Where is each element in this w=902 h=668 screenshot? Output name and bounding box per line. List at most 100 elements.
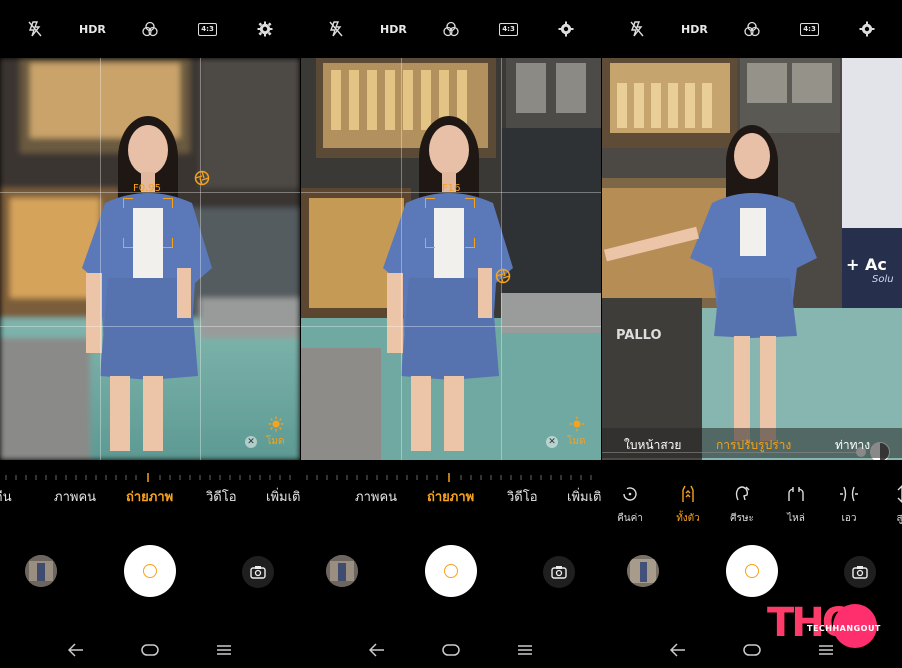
tool-waist[interactable]: เอว — [829, 484, 869, 526]
gallery-thumbnail[interactable] — [326, 555, 358, 587]
back-arrow-icon[interactable] — [68, 643, 84, 657]
back-arrow-icon[interactable] — [369, 643, 385, 657]
whole-body-icon — [682, 485, 694, 502]
close-lighting-icon[interactable]: ✕ — [245, 436, 257, 448]
head-icon — [735, 486, 750, 501]
tool-label: เอว — [841, 513, 857, 524]
tool-shoulder[interactable]: ไหล่ — [776, 484, 816, 526]
mode-portrait[interactable]: ภาพคน — [54, 486, 96, 507]
mode-more[interactable]: เพิ่มเติ — [567, 486, 601, 507]
settings-gear-icon[interactable] — [850, 17, 884, 41]
tool-reset[interactable]: คืนค่า — [610, 484, 650, 526]
aperture-dial-icon[interactable] — [194, 170, 210, 190]
shutter-ring-icon — [745, 564, 759, 578]
logo-tagline: TECHHANGOUT — [807, 624, 881, 633]
top-toolbar: HDR 4:3 — [602, 0, 902, 58]
capture-row — [602, 545, 902, 599]
close-lighting-icon[interactable]: ✕ — [546, 436, 558, 448]
settings-gear-icon[interactable] — [248, 17, 282, 41]
mode-portrait[interactable]: ภาพคน — [355, 486, 397, 507]
filter-icon[interactable] — [434, 17, 468, 41]
tool-label: ไหล่ — [787, 513, 805, 524]
tool-whole-body[interactable]: ทั้งตัว — [668, 484, 708, 526]
camera-screen-1: HDR 4:3 F0.95 ✕ โมด น ภาพคน ถ่ายภาพ วิดี… — [0, 0, 300, 668]
tool-head[interactable]: ศีรษะ — [722, 484, 762, 526]
reset-icon — [623, 487, 637, 501]
hdr-button[interactable]: HDR — [677, 17, 711, 41]
shoulder-icon — [788, 487, 804, 501]
lighting-mode-label: โมด — [266, 436, 285, 447]
beauty-tab-bar: ใบหน้าสวย การปรับรูปร่าง ท่าทาง — [602, 428, 902, 458]
home-pill-icon[interactable] — [141, 644, 159, 656]
billboard-subtext: Solu — [872, 274, 894, 285]
settings-gear-icon[interactable] — [549, 17, 583, 41]
recent-apps-icon[interactable] — [216, 644, 232, 656]
aspect-ratio-button[interactable]: 4:3 — [191, 17, 225, 41]
aspect-ratio-button[interactable]: 4:3 — [793, 17, 827, 41]
system-nav-bar — [0, 636, 300, 664]
viewfinder[interactable]: F0.95 ✕ โมด — [0, 58, 300, 460]
mode-photo[interactable]: ถ่ายภาพ — [427, 486, 474, 507]
mode-night[interactable]: คืน — [0, 486, 12, 507]
home-pill-icon[interactable] — [743, 644, 761, 656]
zoom-tick-strip[interactable] — [0, 472, 300, 482]
mode-selector[interactable]: ภาพคน ถ่ายภาพ วิดีโอ เพิ่มเติ — [301, 486, 601, 508]
mode-photo[interactable]: ถ่ายภาพ — [126, 486, 173, 507]
capture-row — [301, 545, 601, 599]
filter-icon[interactable] — [735, 17, 769, 41]
shutter-button[interactable] — [726, 545, 778, 597]
exposure-sun-icon[interactable] — [268, 416, 284, 436]
mode-video[interactable]: วิดีโอ — [507, 486, 538, 507]
flash-off-icon[interactable] — [620, 17, 654, 41]
aperture-dial-icon[interactable] — [495, 268, 511, 288]
aspect-ratio-label: 4:3 — [499, 22, 518, 36]
capture-row — [0, 545, 300, 599]
mode-selector[interactable]: คืน ภาพคน ถ่ายภาพ วิดีโอ เพิ่มเติมคืน — [0, 486, 300, 508]
hdr-button[interactable]: HDR — [376, 17, 410, 41]
camera-preview-image — [301, 58, 601, 460]
aperture-value: F16 — [442, 183, 461, 194]
aspect-ratio-label: 4:3 — [800, 22, 819, 36]
home-pill-icon[interactable] — [442, 644, 460, 656]
flash-off-icon[interactable] — [319, 17, 353, 41]
viewfinder[interactable]: F16 ✕ โมด — [301, 58, 601, 460]
mode-more[interactable]: เพิ่มเติมคืน — [266, 486, 300, 507]
gallery-thumbnail[interactable] — [627, 555, 659, 587]
aspect-ratio-button[interactable]: 4:3 — [492, 17, 526, 41]
tool-label: ทั้งตัว — [676, 513, 700, 524]
tab-posture[interactable]: ท่าทาง — [835, 436, 870, 455]
camera-screen-2: HDR 4:3 F16 ✕ โมด ภาพคน ถ่ายภาพ วิดีโอ เ… — [301, 0, 601, 668]
focus-box[interactable] — [123, 198, 173, 248]
tool-label: คืนค่า — [617, 513, 643, 524]
system-nav-bar — [301, 636, 601, 664]
exposure-sun-icon[interactable] — [569, 416, 585, 436]
waist-icon — [840, 486, 858, 502]
tab-body-shape[interactable]: การปรับรูปร่าง — [716, 436, 791, 455]
height-icon — [897, 485, 902, 503]
shutter-button[interactable] — [124, 545, 176, 597]
aspect-ratio-label: 4:3 — [198, 22, 217, 36]
store-sign-text: PALLO — [616, 328, 662, 343]
zoom-tick-strip[interactable] — [301, 472, 601, 482]
switch-camera-icon[interactable] — [543, 556, 575, 588]
hdr-button[interactable]: HDR — [75, 17, 109, 41]
lighting-mode-label: โมด — [567, 436, 586, 447]
mode-video[interactable]: วิดีโอ — [206, 486, 237, 507]
camera-screen-3-beauty: HDR 4:3 PALLO + Ac Solu ใบหน้าสวย การปรั… — [602, 0, 902, 668]
tool-height[interactable]: สูง — [882, 484, 902, 526]
billboard-text: + Ac — [846, 255, 887, 274]
switch-camera-icon[interactable] — [242, 556, 274, 588]
tab-face-beauty[interactable]: ใบหน้าสวย — [624, 436, 681, 455]
filter-icon[interactable] — [133, 17, 167, 41]
back-arrow-icon[interactable] — [670, 643, 686, 657]
flash-off-icon[interactable] — [18, 17, 52, 41]
focus-box[interactable] — [425, 198, 475, 248]
recent-apps-icon[interactable] — [517, 644, 533, 656]
gallery-thumbnail[interactable] — [25, 555, 57, 587]
techhangout-logo: THO TECHHANGOUT — [767, 600, 881, 648]
shutter-ring-icon — [444, 564, 458, 578]
switch-camera-icon[interactable] — [844, 556, 876, 588]
viewfinder[interactable]: PALLO + Ac Solu ใบหน้าสวย การปรับรูปร่าง… — [602, 58, 902, 460]
tool-label: สูง — [896, 513, 902, 524]
shutter-button[interactable] — [425, 545, 477, 597]
